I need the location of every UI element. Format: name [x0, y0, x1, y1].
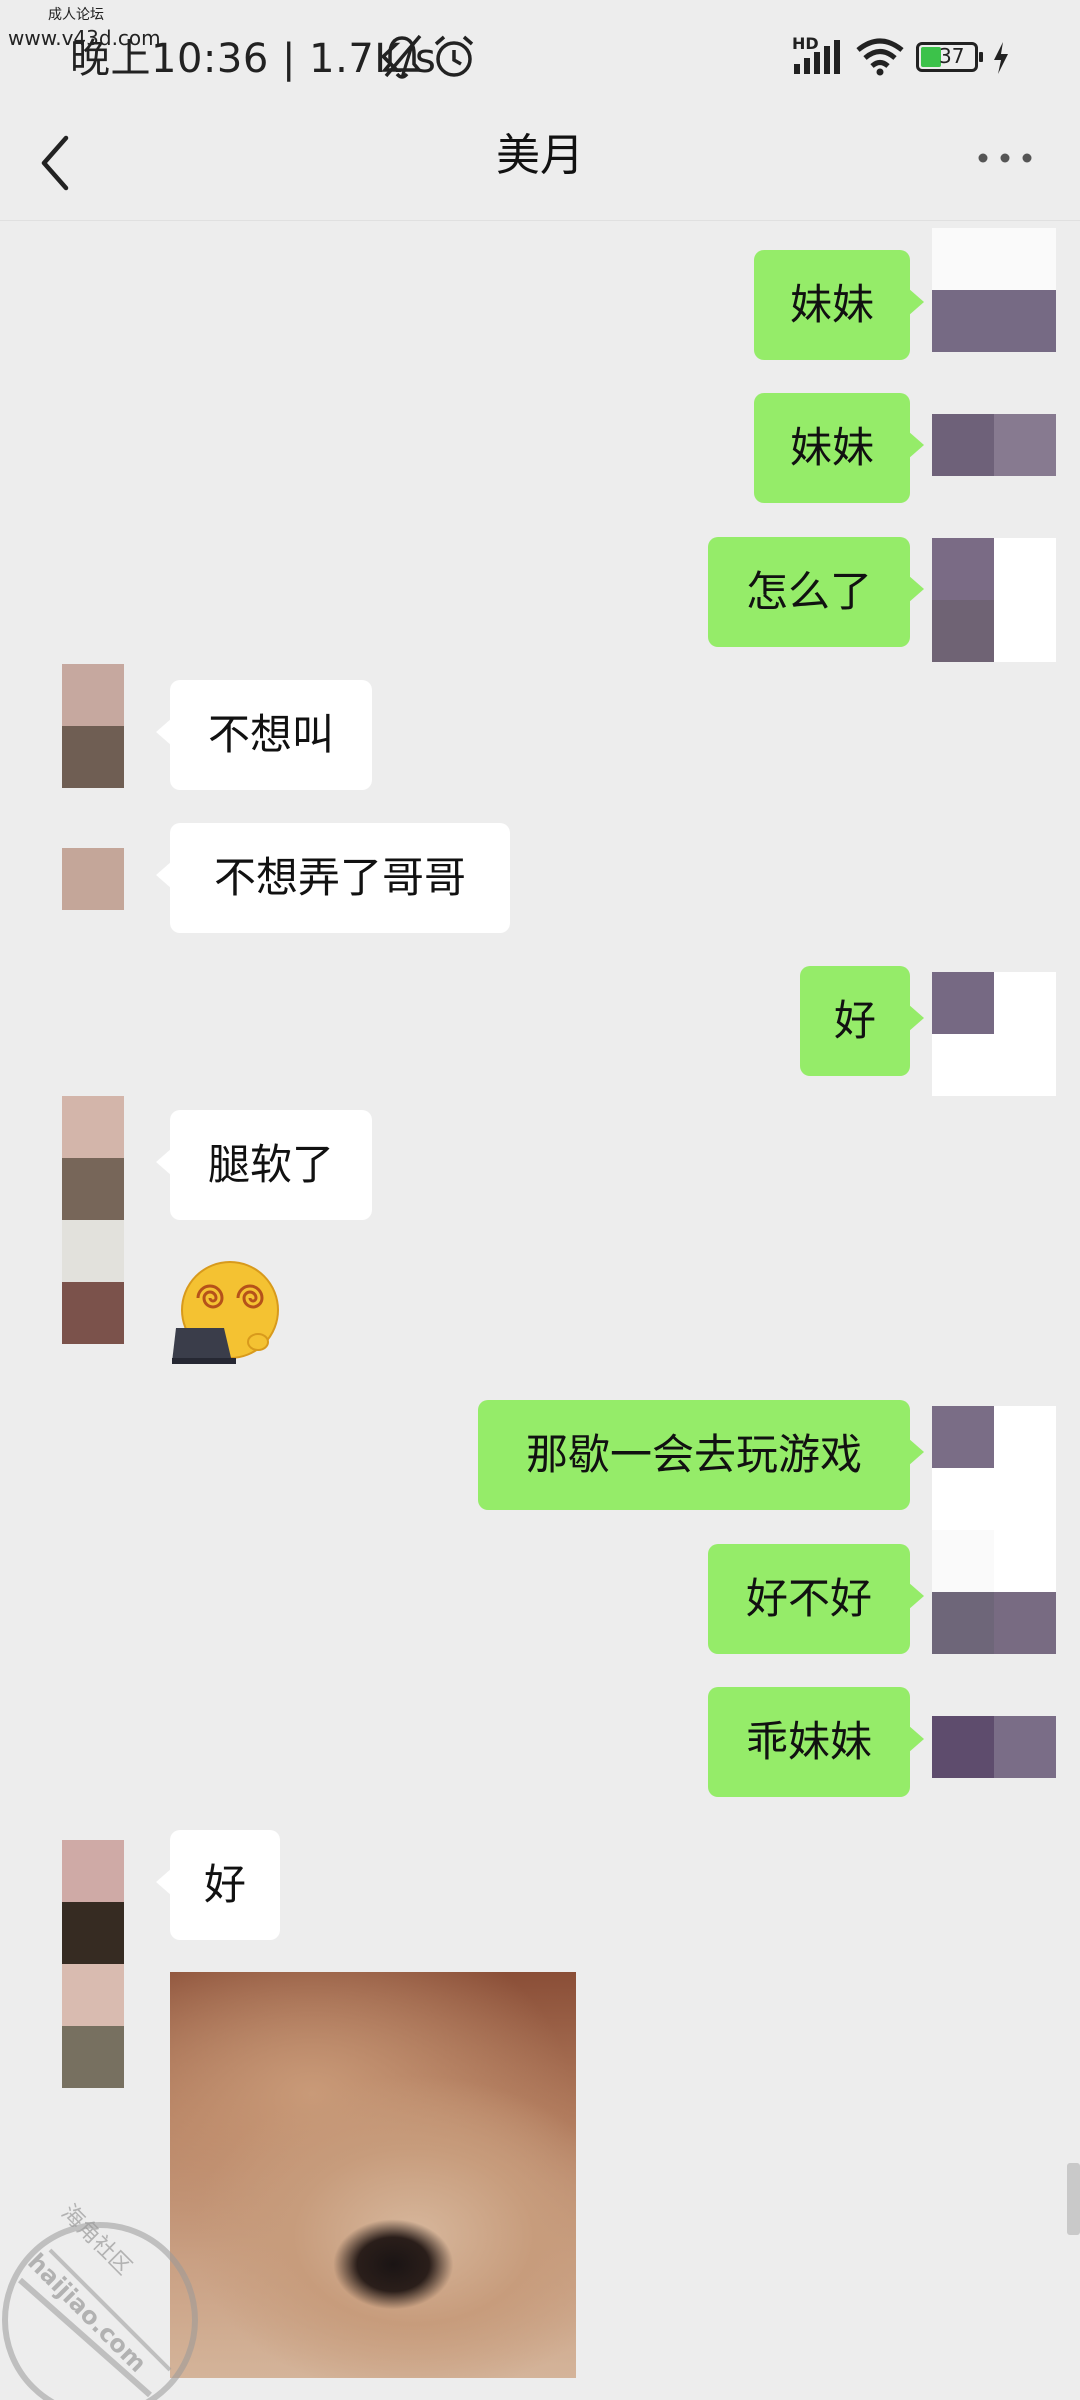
alarm-icon [434, 35, 474, 77]
chevron-left-icon[interactable] [30, 128, 80, 198]
battery-level: 37 [939, 44, 965, 68]
charging-icon [994, 42, 1008, 74]
message-bubble-received[interactable]: 不想弄了哥哥 [156, 823, 510, 933]
dizzy-face-laptop-emoji[interactable] [170, 1258, 282, 1370]
avatar-self[interactable] [932, 1716, 1056, 1778]
scrollbar[interactable] [1067, 2163, 1080, 2235]
message-bubble-sent[interactable]: 妹妹 [754, 250, 924, 360]
mute-bell-icon [381, 34, 423, 79]
avatar-contact[interactable] [62, 1096, 124, 1344]
more-dots-icon[interactable] [975, 150, 1035, 166]
message-bubble-sent[interactable]: 好不好 [708, 1544, 924, 1654]
message-bubble-sent[interactable]: 妹妹 [754, 393, 924, 503]
avatar-self[interactable] [932, 972, 1056, 1096]
wifi-icon [856, 38, 904, 76]
avatar-self[interactable] [932, 228, 1056, 352]
message-bubble-sent[interactable]: 好 [800, 966, 924, 1076]
message-bubble-received[interactable]: 不想叫 [156, 680, 372, 790]
avatar-self[interactable] [932, 414, 1056, 476]
battery-icon: 37 [916, 42, 983, 72]
avatar-self[interactable] [932, 1406, 1056, 1654]
avatar-contact[interactable] [62, 1840, 124, 2088]
avatar-contact[interactable] [62, 848, 124, 910]
message-bubble-sent[interactable]: 那歇一会去玩游戏 [478, 1400, 924, 1510]
avatar-self[interactable] [932, 538, 1056, 662]
message-bubble-sent[interactable]: 怎么了 [708, 537, 924, 647]
avatar-contact[interactable] [62, 664, 124, 788]
message-bubble-received[interactable]: 好 [156, 1830, 280, 1940]
message-bubble-received[interactable]: 腿软了 [156, 1110, 372, 1220]
chat-title: 美月 [496, 130, 584, 181]
message-bubble-sent[interactable]: 乖妹妹 [708, 1687, 924, 1797]
signal-icon [794, 40, 840, 74]
